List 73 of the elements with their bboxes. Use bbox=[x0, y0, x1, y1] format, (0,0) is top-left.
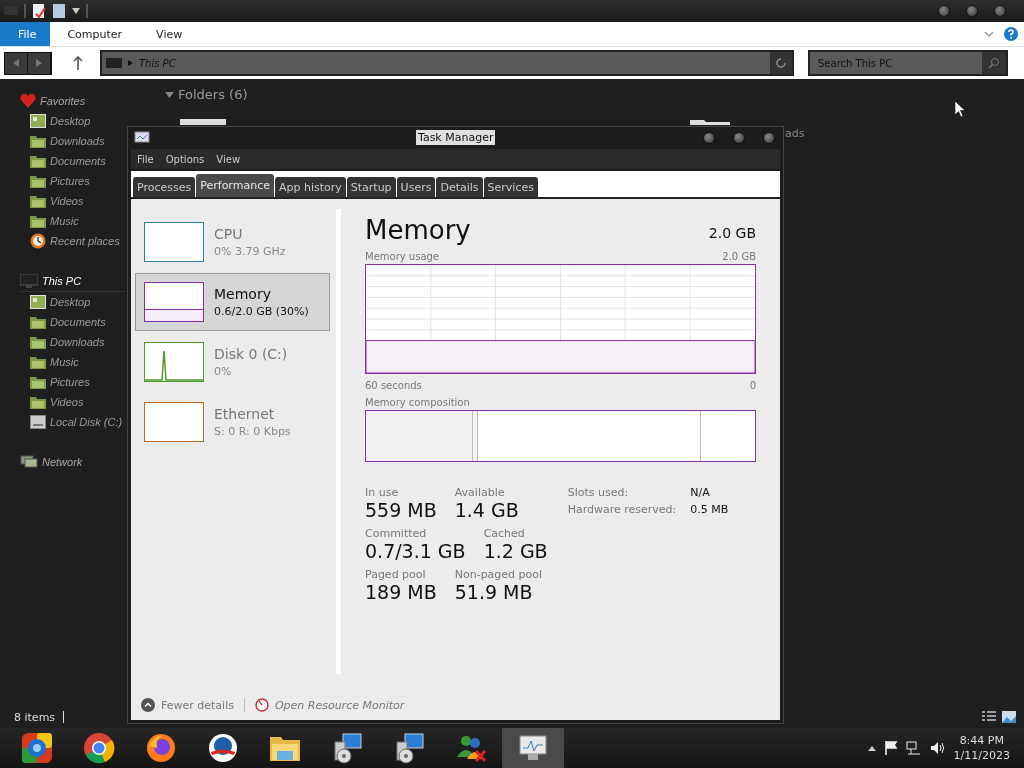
ribbon-tab[interactable]: Computer bbox=[50, 22, 140, 46]
stat-label: Cached bbox=[483, 527, 526, 540]
fewer-details-link[interactable]: Fewer details bbox=[141, 698, 234, 712]
clock[interactable]: 8:44 PM 1/11/2023 bbox=[953, 733, 1010, 763]
item-count: 8 items bbox=[14, 710, 56, 724]
stat-value: 559 MB bbox=[365, 499, 437, 521]
stat-label: In use bbox=[365, 486, 400, 499]
resource-item[interactable]: CPU 0% 3.79 GHz bbox=[135, 213, 331, 271]
nav-item[interactable]: Pictures bbox=[20, 171, 125, 191]
nav-item[interactable]: Pictures bbox=[20, 372, 125, 392]
resource-monitor-link[interactable]: Open Resource Monitor bbox=[254, 698, 405, 712]
resource-item[interactable]: Disk 0 (C:) 0% bbox=[135, 333, 331, 391]
resource-item[interactable]: Ethernet S: 0 R: 0 Kbps bbox=[135, 393, 331, 451]
panel-title: Memory bbox=[365, 215, 471, 245]
nav-item[interactable]: Downloads bbox=[20, 131, 125, 151]
nav-item[interactable]: Favorites bbox=[20, 91, 125, 111]
nav-item[interactable]: Local Disk (C:) bbox=[20, 412, 125, 432]
nav-item[interactable]: Downloads bbox=[20, 332, 125, 352]
ribbon-tab[interactable]: View bbox=[139, 22, 200, 46]
graph-label: Memory usage bbox=[365, 251, 440, 262]
tab[interactable]: App history bbox=[274, 177, 346, 197]
nav-item[interactable]: Recent places bbox=[20, 231, 125, 251]
menu-item[interactable]: View bbox=[216, 153, 241, 165]
resource-detail: S: 0 R: 0 Kbps bbox=[214, 425, 291, 438]
total-memory: 2.0 GB bbox=[708, 225, 756, 243]
tab[interactable]: Performance bbox=[196, 174, 274, 197]
nav-item[interactable]: Network bbox=[20, 452, 125, 472]
resource-name: Ethernet bbox=[214, 406, 276, 422]
resource-detail: 0.6/2.0 GB (30%) bbox=[214, 305, 309, 318]
tab[interactable]: Details bbox=[436, 177, 483, 197]
resource-detail: 0% 3.79 GHz bbox=[214, 245, 286, 258]
resource-name: Disk 0 (C:) bbox=[214, 346, 288, 362]
nav-item[interactable]: Music bbox=[20, 211, 125, 231]
menu-item[interactable]: Options bbox=[165, 153, 205, 165]
axis-label: 0 bbox=[749, 380, 756, 391]
stat-value: 51.9 MB bbox=[454, 581, 534, 603]
nav-item[interactable]: This PC bbox=[20, 271, 125, 292]
tab[interactable]: Users bbox=[396, 177, 436, 197]
composition-label: Memory composition bbox=[365, 397, 470, 408]
group-header: Folders (6) bbox=[178, 87, 248, 102]
resource-name: CPU bbox=[214, 226, 244, 242]
nav-item[interactable]: Videos bbox=[20, 392, 125, 412]
nav-item[interactable]: Desktop bbox=[20, 292, 125, 312]
nav-item[interactable]: Documents bbox=[20, 151, 125, 171]
detail-label: Hardware reserved: bbox=[567, 503, 677, 516]
resource-name: Memory bbox=[214, 286, 272, 302]
detail-value: N/A bbox=[690, 486, 711, 499]
search-field[interactable]: Search This PC bbox=[810, 52, 982, 74]
folder-label: ads bbox=[785, 127, 805, 140]
window-title: Task Manager bbox=[416, 130, 496, 145]
nav-item[interactable]: Desktop bbox=[20, 111, 125, 131]
nav-item[interactable]: Music bbox=[20, 352, 125, 372]
tab[interactable]: Startup bbox=[346, 177, 396, 197]
stat-value: 1.4 GB bbox=[454, 499, 519, 521]
stat-value: 189 MB bbox=[365, 581, 437, 603]
resource-item[interactable]: Memory 0.6/2.0 GB (30%) bbox=[135, 273, 331, 331]
ribbon-tab[interactable]: File bbox=[0, 22, 51, 46]
graph-max: 2.0 GB bbox=[722, 251, 756, 262]
stat-label: Paged pool bbox=[365, 568, 427, 581]
tab[interactable]: Services bbox=[483, 177, 538, 197]
tab[interactable]: Processes bbox=[133, 177, 196, 197]
stat-label: Non-paged pool bbox=[454, 568, 543, 581]
nav-item[interactable]: Documents bbox=[20, 312, 125, 332]
nav-item[interactable]: Videos bbox=[20, 191, 125, 211]
detail-value: 0.5 MB bbox=[690, 503, 729, 516]
menu-item[interactable]: File bbox=[137, 153, 154, 165]
resource-detail: 0% bbox=[214, 365, 233, 378]
stat-label: Available bbox=[454, 486, 506, 499]
stat-label: Committed bbox=[365, 527, 428, 540]
stat-value: 0.7/3.1 GB bbox=[365, 540, 466, 562]
detail-label: Slots used: bbox=[567, 486, 630, 499]
axis-label: 60 seconds bbox=[365, 380, 422, 391]
stat-value: 1.2 GB bbox=[483, 540, 548, 562]
